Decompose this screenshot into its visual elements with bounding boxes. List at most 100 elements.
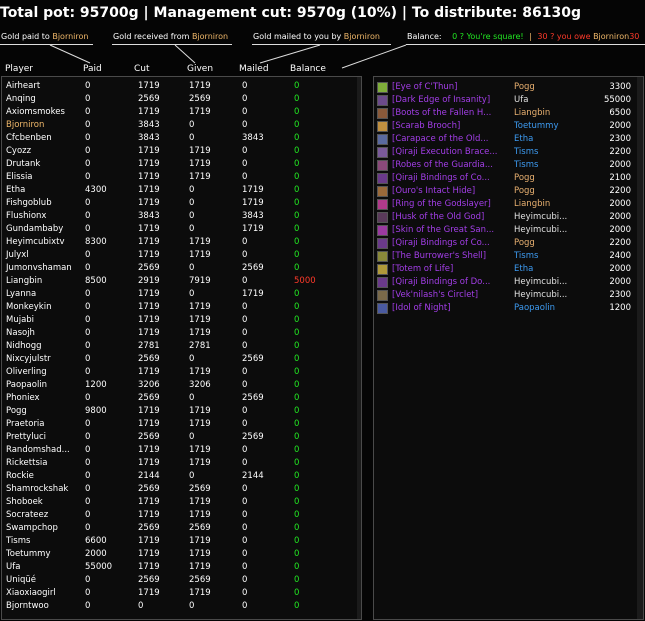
table-row[interactable]: Uniqüé 0 2569 2569 0 0 [2,574,361,587]
table-row[interactable]: Cfcbenben 0 3843 0 3843 0 [2,132,361,145]
table-row[interactable]: Cyozz 0 1719 1719 0 0 [2,145,361,158]
item-icon[interactable] [377,264,388,275]
table-row[interactable]: Randomshad... 0 1719 1719 0 0 [2,444,361,457]
item-icon[interactable] [377,212,388,223]
item-icon[interactable] [377,173,388,184]
list-item[interactable]: [Totem of Life] Etha 2000 [374,263,643,276]
item-link[interactable]: [Qiraji Execution Brace... [392,146,510,159]
table-row[interactable]: Mujabi 0 1719 1719 0 0 [2,314,361,327]
item-link[interactable]: [Carapace of the Old... [392,133,510,146]
table-row[interactable]: Airheart 0 1719 1719 0 0 [2,80,361,93]
table-row[interactable]: Oliverling 0 1719 1719 0 0 [2,366,361,379]
list-item[interactable]: [Ring of the Godslayer] Liangbin 2000 [374,198,643,211]
list-item[interactable]: [Boots of the Fallen H... Liangbin 6500 [374,107,643,120]
col-header-balance[interactable]: Balance [290,63,326,75]
list-item[interactable]: [Qiraji Bindings of Co... Pogg 2100 [374,172,643,185]
item-link[interactable]: [Qiraji Bindings of Do... [392,276,510,289]
item-icon[interactable] [377,251,388,262]
list-item[interactable]: [Dark Edge of Insanity] Ufa 55000 [374,94,643,107]
table-row[interactable]: Jumonvshaman 0 2569 0 2569 0 [2,262,361,275]
table-row[interactable]: Lyanna 0 1719 0 1719 0 [2,288,361,301]
list-item[interactable]: [Vek'nilash's Circlet] Heyimcubi... 2300 [374,289,643,302]
item-icon[interactable] [377,121,388,132]
table-row[interactable]: Phoniex 0 2569 0 2569 0 [2,392,361,405]
list-item[interactable]: [The Burrower's Shell] Tisms 2400 [374,250,643,263]
item-icon[interactable] [377,186,388,197]
loot-list[interactable]: [Eye of C'Thun] Pogg 3300 [Dark Edge of Ins… [373,76,644,620]
table-row[interactable]: Xiaoxiaogirl 0 1719 1719 0 0 [2,587,361,600]
col-header-paid[interactable]: Paid [83,63,102,75]
table-row[interactable]: Anqing 0 2569 2569 0 0 [2,93,361,106]
list-item[interactable]: [Scarab Brooch] Toetummy 2000 [374,120,643,133]
table-row[interactable]: Nidhogg 0 2781 2781 0 0 [2,340,361,353]
list-item[interactable]: [Eye of C'Thun] Pogg 3300 [374,81,643,94]
item-link[interactable]: [Skin of the Great San... [392,224,510,237]
table-row[interactable]: Fishgoblub 0 1719 0 1719 0 [2,197,361,210]
table-row[interactable]: Gundambaby 0 1719 0 1719 0 [2,223,361,236]
table-row[interactable]: Prettyluci 0 2569 0 2569 0 [2,431,361,444]
item-icon[interactable] [377,82,388,93]
item-icon[interactable] [377,290,388,301]
col-header-cut[interactable]: Cut [134,63,150,75]
item-icon[interactable] [377,277,388,288]
item-link[interactable]: [Dark Edge of Insanity] [392,94,510,107]
col-header-mailed[interactable]: Mailed [239,63,269,75]
item-icon[interactable] [377,108,388,119]
table-row[interactable]: Drutank 0 1719 1719 0 0 [2,158,361,171]
list-item[interactable]: [Qiraji Bindings of Do... Heyimcubi... 200… [374,276,643,289]
table-row[interactable]: Pogg 9800 1719 1719 0 0 [2,405,361,418]
table-row[interactable]: Etha 4300 1719 0 1719 0 [2,184,361,197]
table-row[interactable]: Nixcyjulstr 0 2569 0 2569 0 [2,353,361,366]
item-link[interactable]: [Qiraji Bindings of Co... [392,172,510,185]
item-icon[interactable] [377,147,388,158]
table-row[interactable]: Socrateez 0 1719 1719 0 0 [2,509,361,522]
table-row[interactable]: Shamrockshak 0 2569 2569 0 0 [2,483,361,496]
table-row[interactable]: Paopaolin 1200 3206 3206 0 0 [2,379,361,392]
item-icon[interactable] [377,303,388,314]
table-row[interactable]: Rickettsia 0 1719 1719 0 0 [2,457,361,470]
item-icon[interactable] [377,238,388,249]
table-row[interactable]: Ufa 55000 1719 1719 0 0 [2,561,361,574]
table-row[interactable]: Rockie 0 2144 0 2144 0 [2,470,361,483]
list-item[interactable]: [Skin of the Great San... Heyimcubi... 200… [374,224,643,237]
item-link[interactable]: [Eye of C'Thun] [392,81,510,94]
list-item[interactable]: [Husk of the Old God] Heyimcubi... 2000 [374,211,643,224]
table-row[interactable]: Toetummy 2000 1719 1719 0 0 [2,548,361,561]
item-link[interactable]: [Idol of Night] [392,302,510,315]
table-row[interactable]: Nasojh 0 1719 1719 0 0 [2,327,361,340]
item-link[interactable]: [Qiraji Bindings of Co... [392,237,510,250]
item-icon[interactable] [377,160,388,171]
table-row[interactable]: Swampchop 0 2569 2569 0 0 [2,522,361,535]
table-row[interactable]: Axiomsmokes 0 1719 1719 0 0 [2,106,361,119]
table-row[interactable]: Praetoria 0 1719 1719 0 0 [2,418,361,431]
table-row[interactable]: Monkeykin 0 1719 1719 0 0 [2,301,361,314]
item-link[interactable]: [Totem of Life] [392,263,510,276]
item-link[interactable]: [Husk of the Old God] [392,211,510,224]
list-item[interactable]: [Qiraji Bindings of Co... Pogg 2200 [374,237,643,250]
table-row[interactable]: Elissia 0 1719 1719 0 0 [2,171,361,184]
list-item[interactable]: [Robes of the Guardia... Tisms 2000 [374,159,643,172]
table-row[interactable]: Bjorntwoo 0 0 0 0 0 [2,600,361,613]
list-item[interactable]: [Qiraji Execution Brace... Tisms 2200 [374,146,643,159]
player-table[interactable]: Airheart 0 1719 1719 0 0 Anqing 0 2569 2569 0 0 Axio… [1,76,362,620]
list-item[interactable]: [Carapace of the Old... Etha 2300 [374,133,643,146]
item-link[interactable]: [Robes of the Guardia... [392,159,510,172]
table-row[interactable]: Bjorniron 0 3843 0 0 0 [2,119,361,132]
item-link[interactable]: [Vek'nilash's Circlet] [392,289,510,302]
table-row[interactable]: Liangbin 8500 2919 7919 0 5000 [2,275,361,288]
item-icon[interactable] [377,95,388,106]
col-header-player[interactable]: Player [5,63,33,75]
col-header-given[interactable]: Given [187,63,213,75]
item-icon[interactable] [377,225,388,236]
table-row[interactable]: Shoboek 0 1719 1719 0 0 [2,496,361,509]
table-row[interactable]: Julyxl 0 1719 1719 0 0 [2,249,361,262]
list-item[interactable]: [Ouro's Intact Hide] Pogg 2200 [374,185,643,198]
list-item[interactable]: [Idol of Night] Paopaolin 1200 [374,302,643,315]
table-row[interactable]: Tisms 6600 1719 1719 0 0 [2,535,361,548]
item-link[interactable]: [Scarab Brooch] [392,120,510,133]
item-link[interactable]: [Ouro's Intact Hide] [392,185,510,198]
table-row[interactable]: Heyimcubixtv 8300 1719 1719 0 0 [2,236,361,249]
item-icon[interactable] [377,134,388,145]
item-link[interactable]: [The Burrower's Shell] [392,250,510,263]
item-icon[interactable] [377,199,388,210]
